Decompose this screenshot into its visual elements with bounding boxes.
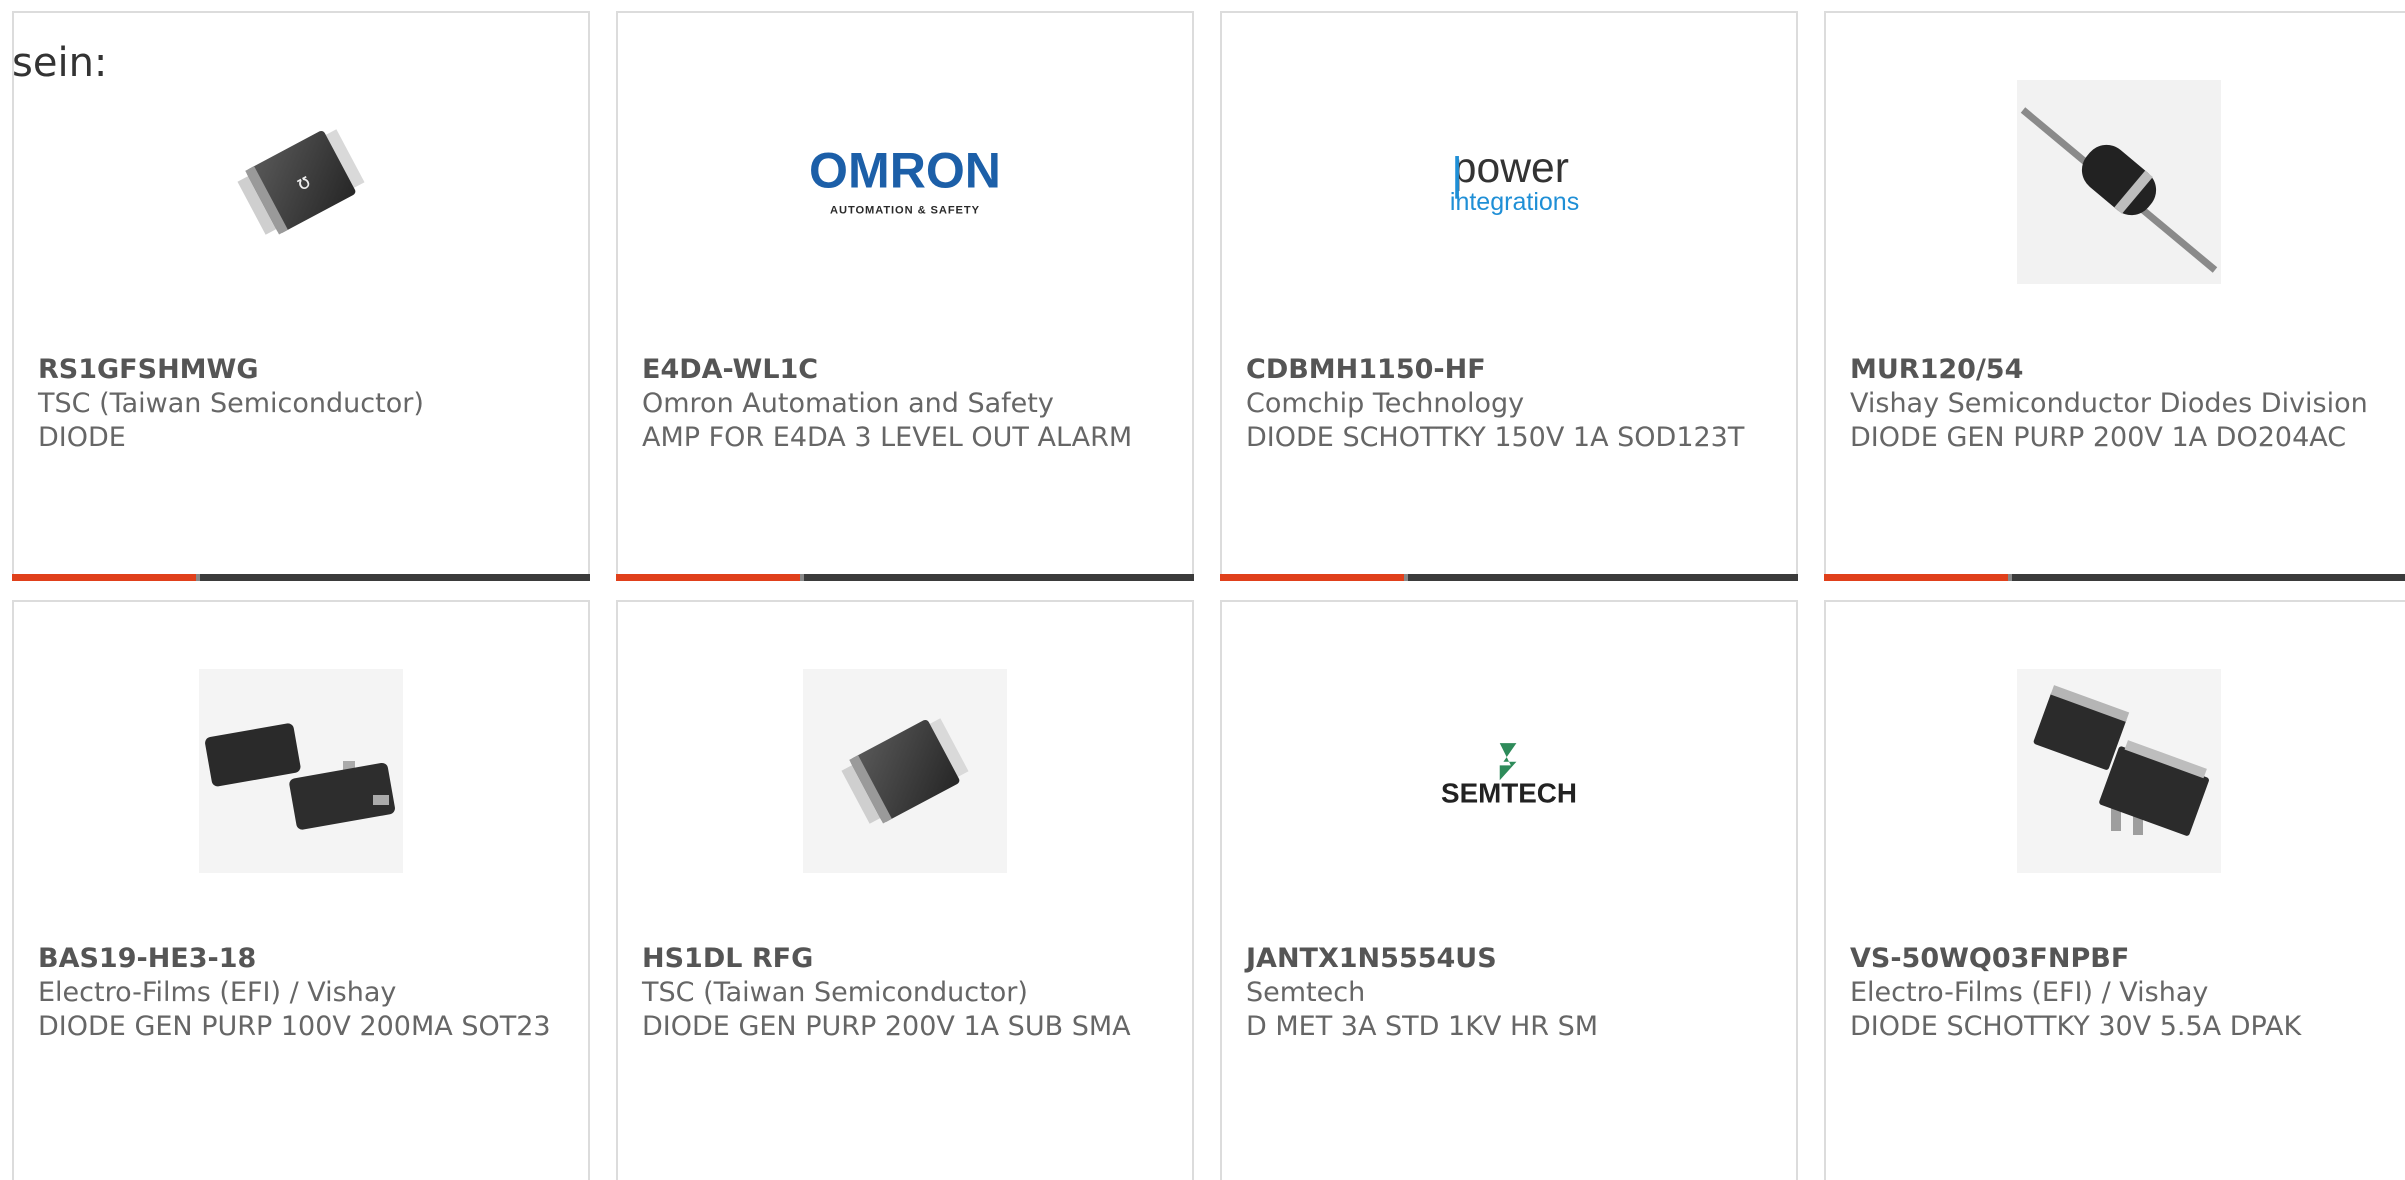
description: DIODE SCHOTTKY 30V 5.5A DPAK (1850, 1011, 2302, 1042)
svg-text:SEMTECH: SEMTECH (1441, 778, 1577, 809)
manufacturer: Vishay Semiconductor Diodes Division (1850, 388, 2368, 419)
description: DIODE GEN PURP 100V 200MA SOT23 (38, 1011, 551, 1042)
description: DIODE GEN PURP 200V 1A SUB SMA (642, 1011, 1131, 1042)
product-image (2017, 669, 2221, 873)
product-card[interactable]: VS-50WQ03FNPBF Electro-Films (EFI) / Vis… (1824, 600, 2405, 1180)
part-number: JANTX1N5554US (1246, 943, 1497, 974)
dpak-icon (2033, 685, 2209, 836)
product-image: SEMTECH (1407, 669, 1611, 873)
manufacturer: Electro-Films (EFI) / Vishay (1850, 977, 2209, 1008)
svg-text:AUTOMATION & SAFETY: AUTOMATION & SAFETY (830, 205, 980, 217)
product-card[interactable]: HS1DL RFG TSC (Taiwan Semiconductor) DIO… (616, 600, 1194, 1180)
product-image: ʊ (199, 80, 403, 284)
manufacturer: TSC (Taiwan Semiconductor) (642, 977, 1028, 1008)
part-number: CDBMH1150-HF (1246, 354, 1486, 385)
svg-text:OMRON: OMRON (809, 143, 1001, 199)
semtech-logo-icon: SEMTECH (1441, 743, 1577, 809)
description: D MET 3A STD 1KV HR SM (1246, 1011, 1599, 1042)
product-card[interactable]: OMRON AUTOMATION & SAFETY E4DA-WL1C Omro… (616, 11, 1194, 581)
axial-diode-icon (2020, 107, 2218, 273)
product-image (803, 669, 1007, 873)
part-number: E4DA-WL1C (642, 354, 819, 385)
product-image (2017, 80, 2221, 284)
svg-text:integrations: integrations (1450, 188, 1579, 216)
description: DIODE SCHOTTKY 150V 1A SOD123T (1246, 422, 1745, 453)
description: AMP FOR E4DA 3 LEVEL OUT ALARM (642, 422, 1133, 453)
sot23-icon (205, 723, 395, 830)
product-card[interactable]: SEMTECH JANTX1N5554US Semtech D MET 3A S… (1220, 600, 1798, 1180)
product-card[interactable]: MUR120/54 Vishay Semiconductor Diodes Di… (1824, 11, 2405, 581)
part-number: MUR120/54 (1850, 354, 2024, 385)
description: DIODE GEN PURP 200V 1A DO204AC (1850, 422, 2347, 453)
manufacturer: Electro-Films (EFI) / Vishay (38, 977, 397, 1008)
product-card[interactable]: BAS19-HE3-18 Electro-Films (EFI) / Visha… (12, 600, 590, 1180)
card-footer-bar (1824, 574, 2405, 581)
manufacturer: Semtech (1246, 977, 1366, 1008)
manufacturer: Omron Automation and Safety (642, 388, 1054, 419)
card-footer-bar (12, 574, 590, 581)
card-footer-bar (1220, 574, 1798, 581)
svg-text:power: power (1453, 144, 1569, 192)
product-image (199, 669, 403, 873)
smd-diode-icon: ʊ (237, 129, 365, 235)
product-card[interactable]: power integrations CDBMH1150-HF Comchip … (1220, 11, 1798, 581)
description: DIODE (38, 422, 126, 453)
product-card[interactable]: ʊ RS1GFSHMWG TSC (Taiwan Semiconductor) … (12, 11, 590, 581)
part-number: RS1GFSHMWG (38, 354, 259, 385)
card-footer-bar (616, 574, 1194, 581)
manufacturer: Comchip Technology (1246, 388, 1525, 419)
smd-diode-icon (841, 718, 969, 824)
part-number: VS-50WQ03FNPBF (1850, 943, 2130, 974)
part-number: BAS19-HE3-18 (38, 943, 257, 974)
power-integrations-logo-icon: power integrations (1450, 144, 1579, 216)
omron-logo-icon: OMRON AUTOMATION & SAFETY (809, 143, 1001, 217)
product-image: OMRON AUTOMATION & SAFETY (803, 80, 1007, 284)
manufacturer: TSC (Taiwan Semiconductor) (38, 388, 424, 419)
product-image: power integrations (1407, 80, 1611, 284)
intro-text: sein: (12, 40, 108, 86)
part-number: HS1DL RFG (642, 943, 814, 974)
